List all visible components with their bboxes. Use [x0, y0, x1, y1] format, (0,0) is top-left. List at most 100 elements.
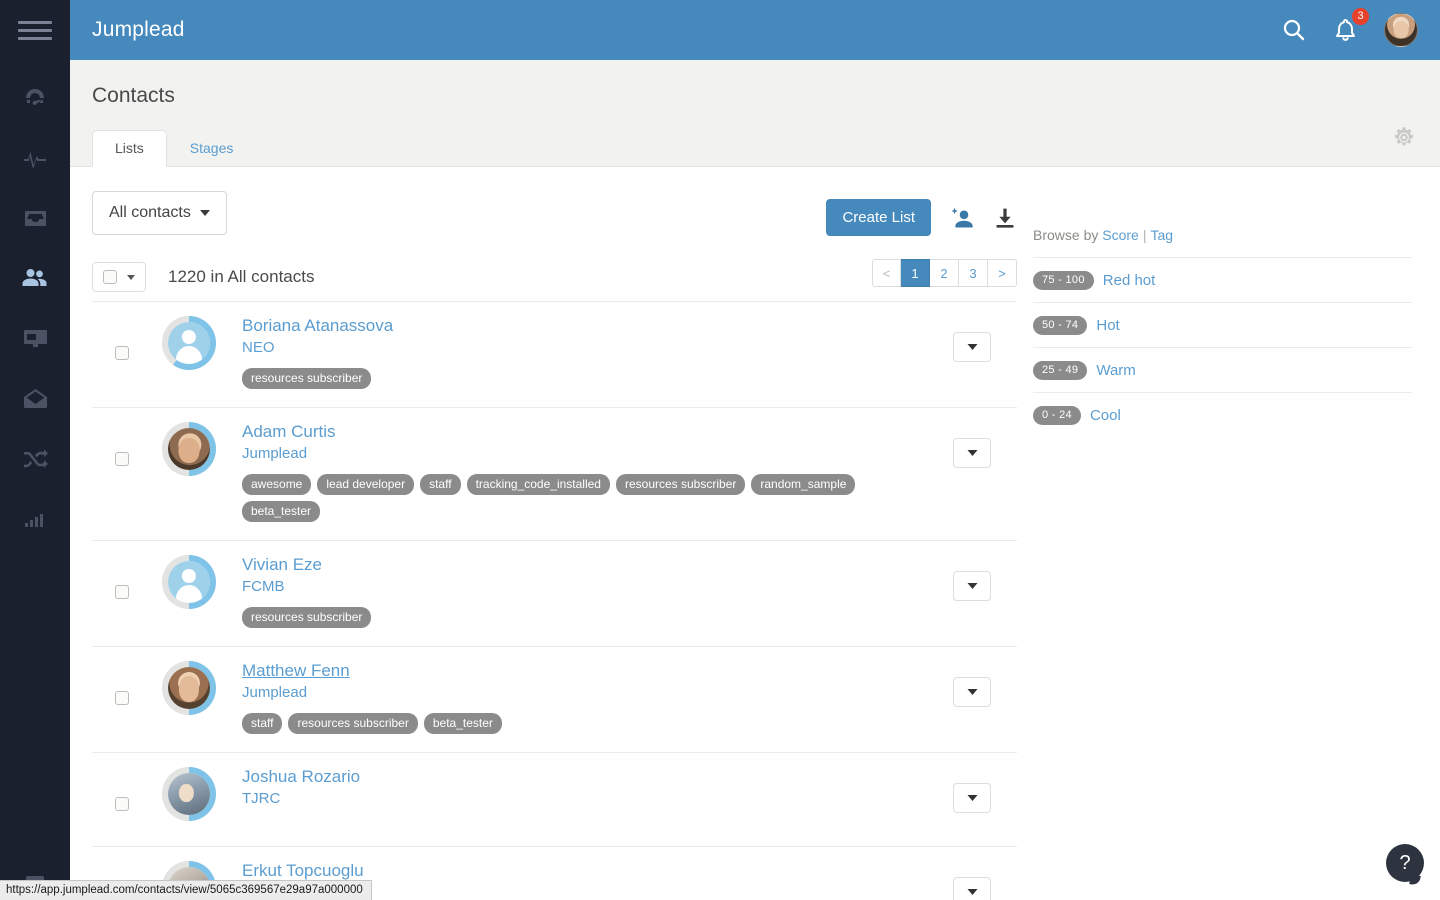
sidebar-item-activity[interactable]	[0, 138, 70, 178]
avatar[interactable]	[1384, 13, 1418, 47]
row-actions-dropdown[interactable]	[953, 677, 991, 707]
contact-company-link[interactable]: Jumplead	[242, 684, 927, 701]
sidebar-item-reports[interactable]	[0, 498, 70, 538]
table-row: Adam Curtis Jumplead awesome lead developer…	[92, 408, 1017, 541]
row-checkbox-cell	[92, 316, 152, 360]
sidebar-item-inbox[interactable]	[0, 198, 70, 238]
chevron-down-icon	[967, 583, 977, 589]
top-header-bar: Jumplead 3	[70, 0, 1440, 60]
sidebar-item-dashboard[interactable]	[0, 78, 70, 118]
contact-count-text: 1220 in All contacts	[168, 267, 315, 286]
avatar[interactable]	[168, 561, 210, 603]
score-range-row[interactable]: 0 - 24 Cool	[1033, 392, 1412, 437]
row-details: Joshua Rozario TJRC	[232, 767, 927, 807]
download-icon	[996, 208, 1014, 228]
contact-name-link[interactable]: Erkut Topcuoglu	[242, 861, 364, 881]
contact-name-link[interactable]: Boriana Atanassova	[242, 316, 393, 336]
contact-tag[interactable]: resources subscriber	[288, 713, 418, 734]
row-checkbox[interactable]	[115, 452, 129, 466]
score-range-label[interactable]: Cool	[1090, 407, 1121, 424]
contact-tag[interactable]: awesome	[242, 474, 312, 495]
score-range-row[interactable]: 75 - 100 Red hot	[1033, 257, 1412, 302]
row-checkbox-cell	[92, 661, 152, 705]
contact-name-link[interactable]: Adam Curtis	[242, 422, 336, 442]
chevron-down-icon	[967, 450, 977, 456]
sidebar-item-automation[interactable]	[0, 438, 70, 478]
pagination-page-2[interactable]: 2	[930, 259, 959, 287]
pagination-prev[interactable]: <	[872, 259, 901, 287]
select-all-dropdown[interactable]	[92, 262, 146, 292]
create-list-button[interactable]: Create List	[826, 199, 931, 236]
avatar[interactable]	[168, 428, 210, 470]
browse-by-score-link[interactable]: Score	[1102, 227, 1139, 243]
row-checkbox[interactable]	[115, 691, 129, 705]
tab-lists[interactable]: Lists	[92, 130, 167, 167]
contact-tag[interactable]: staff	[242, 713, 283, 734]
avatar[interactable]	[168, 322, 210, 364]
avatar[interactable]	[168, 667, 210, 709]
list-filter-dropdown[interactable]: All contacts	[92, 191, 227, 235]
notifications-button[interactable]: 3	[1333, 7, 1369, 44]
contacts-list-column: All contacts Create List 1220 in All con…	[92, 191, 1017, 900]
hamburger-menu-button[interactable]	[0, 0, 70, 60]
add-contact-button[interactable]	[949, 206, 975, 230]
row-checkbox[interactable]	[115, 797, 129, 811]
tab-stages[interactable]: Stages	[167, 130, 257, 167]
contact-company-link[interactable]: FCMB	[242, 578, 927, 595]
contact-tag[interactable]: resources subscriber	[242, 368, 372, 389]
contact-company-link[interactable]: Jumplead	[242, 445, 927, 462]
row-checkbox[interactable]	[115, 346, 129, 360]
page-settings-button[interactable]	[1392, 126, 1416, 155]
row-actions-dropdown[interactable]	[953, 783, 991, 813]
avatar-placeholder-icon	[168, 322, 210, 364]
browse-by-tag-link[interactable]: Tag	[1150, 227, 1173, 243]
contact-name-link[interactable]: Joshua Rozario	[242, 767, 360, 787]
page-tabs: Lists Stages	[92, 130, 256, 167]
sidebar-item-contacts[interactable]	[0, 258, 70, 298]
pagination-page-3[interactable]: 3	[959, 259, 988, 287]
row-actions-dropdown[interactable]	[953, 332, 991, 362]
toolbar-actions: Create List	[826, 199, 1017, 236]
browser-status-bar: https://app.jumplead.com/contacts/view/5…	[0, 880, 372, 900]
score-range-badge: 75 - 100	[1033, 271, 1094, 290]
score-range-row[interactable]: 25 - 49 Warm	[1033, 347, 1412, 392]
browse-sidebar: Browse by Score | Tag 75 - 100 Red hot 50 - …	[1017, 191, 1412, 900]
contact-tag[interactable]: resources subscriber	[615, 474, 746, 495]
avatar-score-ring	[162, 422, 216, 476]
contact-name-link[interactable]: Vivian Eze	[242, 555, 322, 575]
row-checkbox-cell	[92, 767, 152, 811]
row-actions-dropdown[interactable]	[953, 438, 991, 468]
sidebar-item-campaigns[interactable]	[0, 318, 70, 358]
contact-tag[interactable]: lead developer	[317, 474, 415, 495]
row-actions-dropdown[interactable]	[953, 877, 991, 900]
sidebar-item-messaging[interactable]	[0, 378, 70, 418]
pagination-page-1[interactable]: 1	[901, 259, 930, 287]
row-checkbox[interactable]	[115, 585, 129, 599]
search-button[interactable]	[1281, 17, 1307, 43]
contact-tag[interactable]: resources subscriber	[242, 607, 372, 628]
contact-tag[interactable]: tracking_code_installed	[466, 474, 610, 495]
contact-tag[interactable]: beta_tester	[423, 713, 502, 734]
score-range-label[interactable]: Hot	[1096, 317, 1119, 334]
contact-name-link[interactable]: Matthew Fenn	[242, 661, 350, 681]
contact-tag[interactable]: random_sample	[751, 474, 856, 495]
chevron-down-icon	[127, 274, 135, 280]
pagination-next[interactable]: >	[988, 259, 1017, 287]
help-button[interactable]: ?	[1386, 844, 1424, 882]
contact-tag[interactable]: staff	[420, 474, 461, 495]
checkbox-unchecked-icon[interactable]	[103, 270, 117, 284]
score-range-label[interactable]: Warm	[1096, 362, 1135, 379]
contact-tag[interactable]: beta_tester	[242, 501, 321, 522]
score-range-row[interactable]: 50 - 74 Hot	[1033, 302, 1412, 347]
export-button[interactable]	[993, 206, 1017, 230]
contact-company-link[interactable]: TJRC	[242, 790, 927, 807]
avatar[interactable]	[168, 773, 210, 815]
score-range-label[interactable]: Red hot	[1103, 272, 1156, 289]
avatar-photo	[168, 667, 210, 709]
row-actions-dropdown[interactable]	[953, 571, 991, 601]
main-area: Jumplead 3 Contacts Lists Stages All con…	[70, 0, 1440, 900]
contact-company-link[interactable]: NEO	[242, 339, 927, 356]
table-row: Joshua Rozario TJRC	[92, 753, 1017, 847]
chevron-down-icon	[967, 344, 977, 350]
list-toolbar: All contacts Create List	[92, 191, 1017, 253]
